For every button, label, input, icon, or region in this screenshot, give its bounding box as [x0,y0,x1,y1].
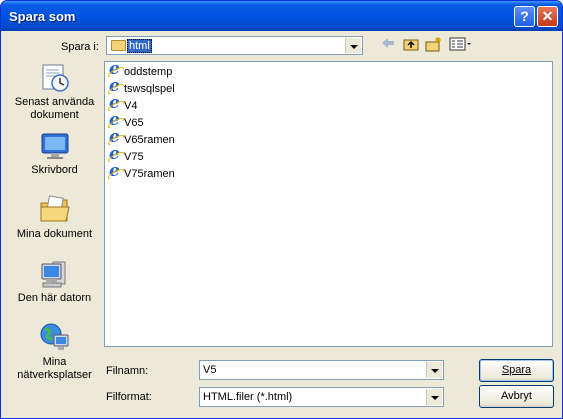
network-places-icon [39,322,71,354]
filetype-dropdown[interactable] [426,388,443,406]
save-button-label: Spara [501,364,532,376]
file-name: V4 [124,100,138,112]
filetype-value: HTML.filer (*.html) [203,391,293,403]
cancel-button-label: Avbryt [501,390,532,402]
file-name: tswsqlspel [124,83,175,95]
html-file-icon [108,163,123,181]
lookin-label: Spara i: [61,41,99,53]
place-label: Mina nätverksplatser [17,356,92,381]
file-list[interactable]: oddstemp tswsqlspel V4 V65 V65ramen V75 … [104,61,553,347]
dialog-title: Spara som [9,9,76,24]
filename-label: Filnamn: [106,365,149,377]
save-as-dialog: Spara som ? ✕ Spara i: html Senast använ… [0,0,563,419]
help-button[interactable]: ? [514,6,535,27]
filetype-select[interactable]: HTML.filer (*.html) [199,387,444,407]
new-folder-icon[interactable] [425,36,443,52]
view-menu-icon[interactable] [449,37,473,53]
my-computer-icon [39,258,71,290]
lookin-dropdown[interactable]: html [106,36,363,55]
chevron-down-icon[interactable] [426,362,442,378]
filename-value: V5 [203,364,217,376]
place-network[interactable]: Mina nätverksplatser [9,322,100,382]
folder-icon [111,40,126,51]
place-my-documents[interactable]: Mina dokument [9,194,100,241]
my-documents-icon [39,194,71,226]
file-name: V75 [124,151,144,163]
title-bar[interactable]: Spara som ? ✕ [1,1,562,31]
file-name: V65 [124,117,144,129]
place-label: Mina dokument [16,228,93,240]
save-button[interactable]: Spara [479,359,554,382]
place-label: Senast använda dokument [14,96,95,121]
up-folder-icon[interactable] [402,37,420,53]
place-my-computer[interactable]: Den här datorn [9,258,100,305]
filename-dropdown[interactable] [426,361,443,379]
back-arrow-icon[interactable] [379,37,397,53]
place-recent-documents[interactable]: Senast använda dokument [9,62,100,122]
chevron-down-icon[interactable] [426,389,442,405]
place-label: Den här datorn [17,292,92,304]
place-desktop[interactable]: Skrivbord [9,130,100,177]
close-button[interactable]: ✕ [537,6,558,27]
cancel-button[interactable]: Avbryt [479,385,554,408]
chevron-down-icon[interactable] [345,38,361,53]
file-name: V65ramen [124,134,175,146]
file-name: oddstemp [124,66,173,78]
filetype-label: Filformat: [106,391,152,403]
recent-documents-icon [39,62,71,94]
file-name: V75ramen [124,168,175,180]
list-item[interactable]: V75ramen [108,163,175,182]
filename-input[interactable]: V5 [199,360,444,380]
place-label: Skrivbord [31,164,78,176]
lookin-value: html [127,39,152,53]
places-bar: Senast använda dokument Skrivbord Mina d… [9,58,100,388]
desktop-icon [39,130,71,162]
